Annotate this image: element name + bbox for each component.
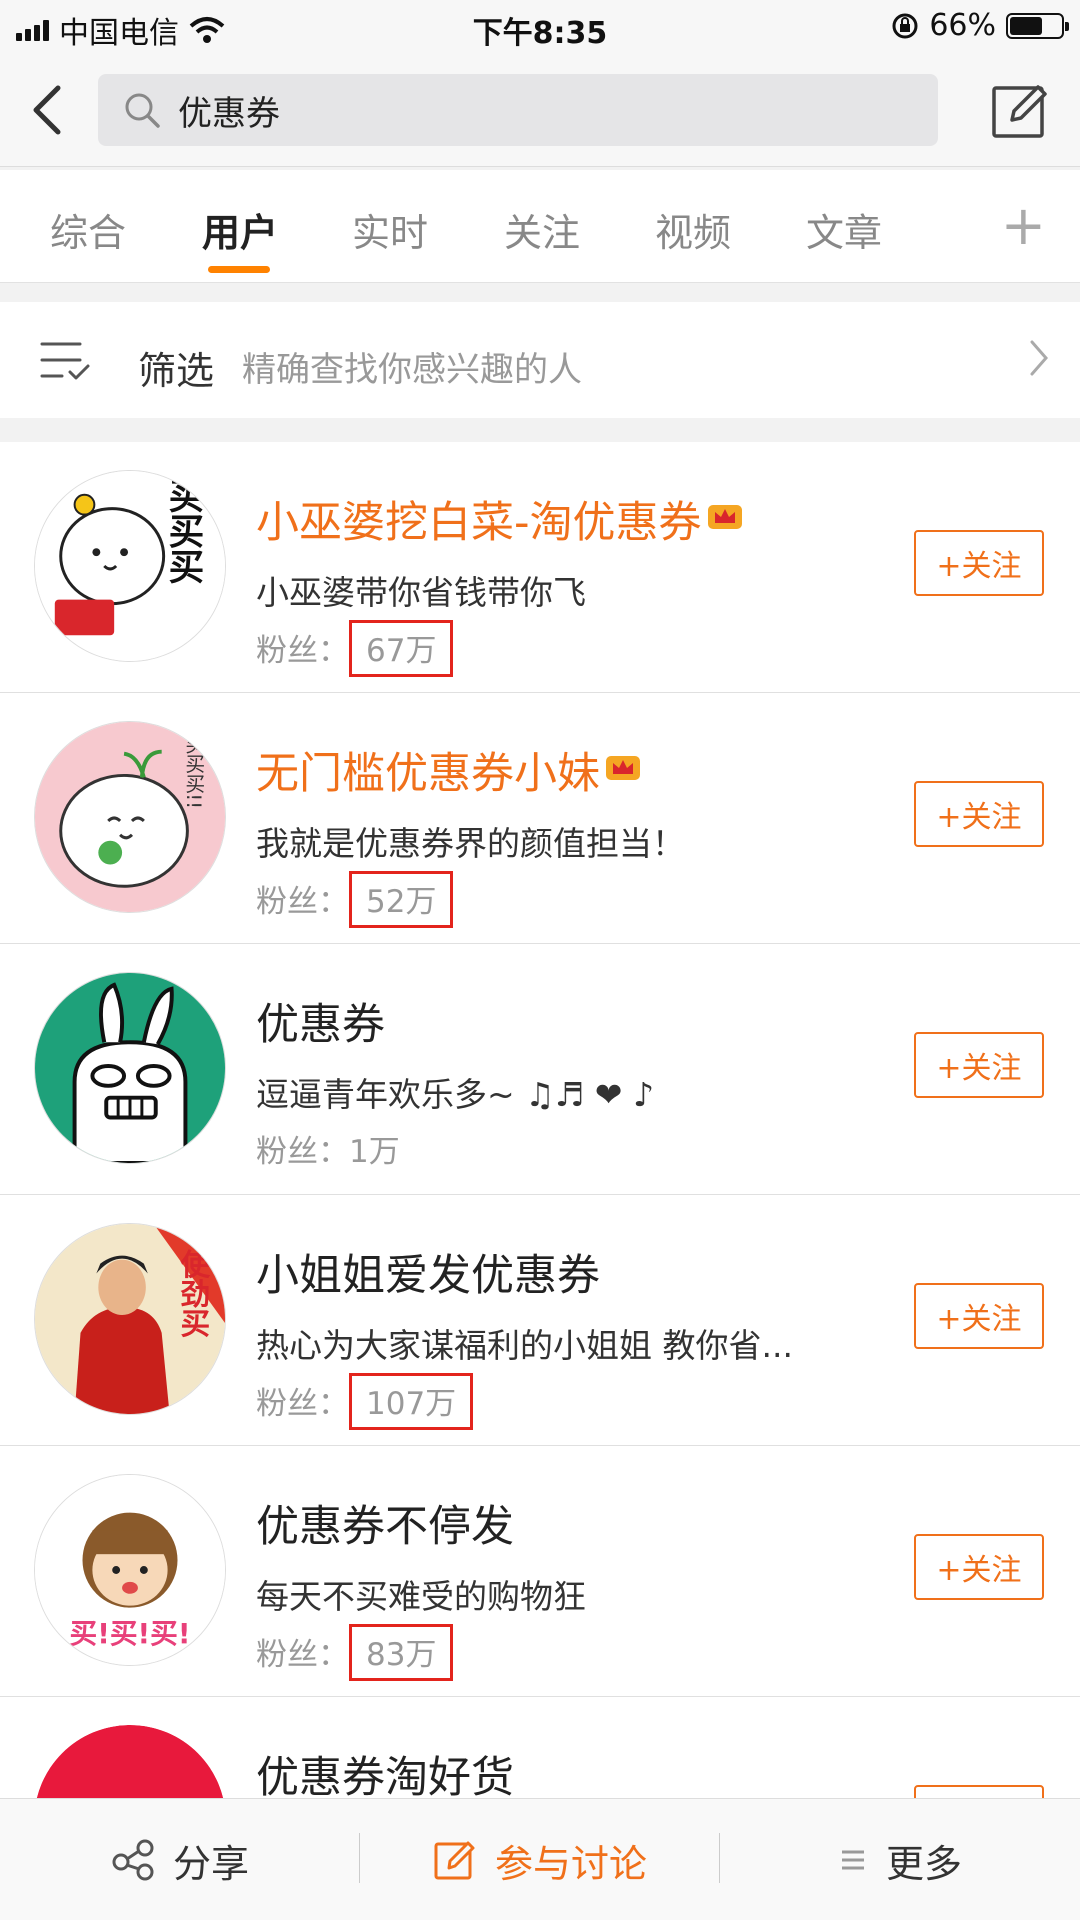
filter-icon bbox=[40, 342, 90, 380]
edit-icon bbox=[434, 1841, 475, 1880]
avatar[interactable]: 买!买!买! bbox=[34, 1474, 226, 1666]
fans-info: 粉丝： 67万 bbox=[256, 620, 454, 677]
user-name-text: 小姐姐爱发优惠券 bbox=[256, 1251, 600, 1301]
back-icon[interactable] bbox=[28, 82, 68, 138]
crown-icon bbox=[707, 505, 742, 529]
user-result-row[interactable]: 买买买 小巫婆挖白菜-淘优惠券 小巫婆带你省钱带你飞 粉丝： 67万 +关注 bbox=[0, 442, 1080, 693]
user-result-row[interactable]: 使劲买 小姐姐爱发优惠券 热心为大家谋福利的小姐姐 教你省... 粉丝： 107万… bbox=[0, 1195, 1080, 1446]
follow-button[interactable] bbox=[914, 1785, 1044, 1798]
user-results-list: 买买买 小巫婆挖白菜-淘优惠券 小巫婆带你省钱带你飞 粉丝： 67万 +关注 买… bbox=[0, 442, 1080, 1798]
fans-info: 粉丝： 107万 bbox=[256, 1373, 474, 1430]
user-desc: 逗逼青年欢乐多~ ♫♬ ❤ ♪ bbox=[256, 1075, 654, 1114]
filter-row[interactable]: 筛选 精确查找你感兴趣的人 bbox=[0, 302, 1080, 418]
user-name[interactable]: 小姐姐爱发优惠券 bbox=[256, 1241, 600, 1303]
status-right: 66% bbox=[891, 8, 1069, 43]
tab-following[interactable]: 关注 bbox=[504, 202, 580, 257]
fans-count: 83万 bbox=[349, 1624, 454, 1681]
user-name-text: 优惠券淘好货 bbox=[256, 1753, 514, 1798]
fans-label: 粉丝： bbox=[256, 884, 349, 920]
tab-video[interactable]: 视频 bbox=[655, 202, 731, 257]
more-label: 更多 bbox=[885, 1841, 962, 1886]
user-desc: 我就是优惠券界的颜值担当！ bbox=[256, 824, 685, 863]
bottom-bar: 分享 参与讨论 更多 bbox=[0, 1798, 1080, 1920]
screen: 中国电信 下午8:35 66% 优惠券 综合 用户 实时 关注 视频 文章 + … bbox=[0, 0, 1080, 1920]
follow-button[interactable]: +关注 bbox=[914, 1534, 1044, 1600]
avatar[interactable]: 买买买!! bbox=[34, 721, 226, 913]
compose-icon[interactable] bbox=[990, 80, 1050, 140]
discuss-button[interactable]: 参与讨论 bbox=[360, 1799, 720, 1920]
status-bar: 中国电信 下午8:35 66% bbox=[0, 0, 1080, 54]
user-desc: 热心为大家谋福利的小姐姐 教你省... bbox=[256, 1326, 793, 1365]
user-desc: 每天不买难受的购物狂 bbox=[256, 1577, 586, 1616]
more-button[interactable]: 更多 bbox=[720, 1799, 1080, 1920]
search-icon bbox=[125, 93, 160, 128]
follow-button[interactable]: +关注 bbox=[914, 530, 1044, 596]
fans-count: 67万 bbox=[349, 620, 454, 677]
share-label: 分享 bbox=[172, 1841, 249, 1886]
filter-hint: 精确查找你感兴趣的人 bbox=[242, 350, 582, 390]
follow-button[interactable]: +关注 bbox=[914, 1032, 1044, 1098]
battery-percent: 66% bbox=[929, 8, 996, 43]
avatar[interactable]: 使劲买 bbox=[34, 1223, 226, 1415]
tab-active-indicator bbox=[208, 266, 270, 273]
search-input[interactable] bbox=[176, 89, 880, 131]
user-desc: 小巫婆带你省钱带你飞 bbox=[256, 573, 586, 612]
battery-icon bbox=[1006, 12, 1069, 39]
tab-users[interactable]: 用户 bbox=[202, 202, 278, 257]
user-name-text: 优惠券 bbox=[256, 1000, 385, 1050]
filter-title: 筛选 bbox=[138, 349, 215, 393]
user-name[interactable]: 优惠券淘好货 bbox=[256, 1743, 514, 1798]
fans-label: 粉丝： bbox=[256, 633, 349, 669]
user-name-text: 优惠券不停发 bbox=[256, 1502, 514, 1552]
crown-icon bbox=[606, 756, 640, 780]
avatar[interactable] bbox=[34, 1725, 226, 1798]
user-name[interactable]: 无门槛优惠券小妹 bbox=[256, 739, 642, 801]
fans-count: 1万 bbox=[349, 1134, 400, 1170]
tab-realtime[interactable]: 实时 bbox=[352, 202, 428, 257]
fans-label: 粉丝： bbox=[256, 1134, 349, 1170]
user-name-text: 无门槛优惠券小妹 bbox=[256, 749, 600, 799]
chevron-right-icon bbox=[1030, 340, 1048, 376]
user-name[interactable]: 小巫婆挖白菜-淘优惠券 bbox=[256, 488, 744, 550]
user-result-row[interactable]: 买!买!买! 优惠券不停发 每天不买难受的购物狂 粉丝： 83万 +关注 bbox=[0, 1446, 1080, 1697]
menu-icon bbox=[841, 1850, 864, 1870]
tab-articles[interactable]: 文章 bbox=[806, 202, 882, 257]
search-box[interactable] bbox=[98, 74, 938, 146]
avatar[interactable] bbox=[34, 972, 226, 1164]
fans-count: 52万 bbox=[349, 871, 454, 928]
discuss-label: 参与讨论 bbox=[494, 1841, 647, 1886]
fans-label: 粉丝： bbox=[256, 1386, 349, 1422]
user-result-row[interactable]: 优惠券淘好货 bbox=[0, 1697, 1080, 1798]
avatar-caption: 买!买!买! bbox=[70, 1617, 191, 1650]
battery-fill bbox=[1010, 16, 1042, 35]
fans-info: 粉丝： 83万 bbox=[256, 1624, 454, 1681]
add-tab-button[interactable]: + bbox=[1001, 194, 1046, 257]
tab-bar: 综合 用户 实时 关注 视频 文章 + bbox=[0, 170, 1080, 283]
share-icon bbox=[112, 1839, 154, 1881]
fans-info: 粉丝： 52万 bbox=[256, 871, 454, 928]
follow-button[interactable]: +关注 bbox=[914, 1283, 1044, 1349]
user-result-row[interactable]: 优惠券 逗逼青年欢乐多~ ♫♬ ❤ ♪ 粉丝：1万 +关注 bbox=[0, 944, 1080, 1195]
rotation-lock-icon bbox=[892, 13, 918, 38]
share-button[interactable]: 分享 bbox=[0, 1799, 360, 1920]
follow-button[interactable]: +关注 bbox=[914, 781, 1044, 847]
user-name-text: 小巫婆挖白菜-淘优惠券 bbox=[256, 498, 702, 548]
avatar-caption: 使劲买 bbox=[176, 1249, 211, 1338]
user-name[interactable]: 优惠券不停发 bbox=[256, 1492, 514, 1554]
fans-info: 粉丝：1万 bbox=[256, 1126, 400, 1171]
avatar-caption: 买买买!! bbox=[182, 734, 205, 809]
user-name[interactable]: 优惠券 bbox=[256, 990, 385, 1052]
search-header bbox=[0, 54, 1080, 167]
user-result-row[interactable]: 买买买!! 无门槛优惠券小妹 我就是优惠券界的颜值担当！ 粉丝： 52万 +关注 bbox=[0, 693, 1080, 944]
fans-count: 107万 bbox=[349, 1373, 474, 1430]
tab-comprehensive[interactable]: 综合 bbox=[50, 202, 126, 257]
avatar[interactable]: 买买买 bbox=[34, 470, 226, 662]
fans-label: 粉丝： bbox=[256, 1637, 349, 1673]
avatar-caption: 买买买 bbox=[163, 477, 204, 584]
